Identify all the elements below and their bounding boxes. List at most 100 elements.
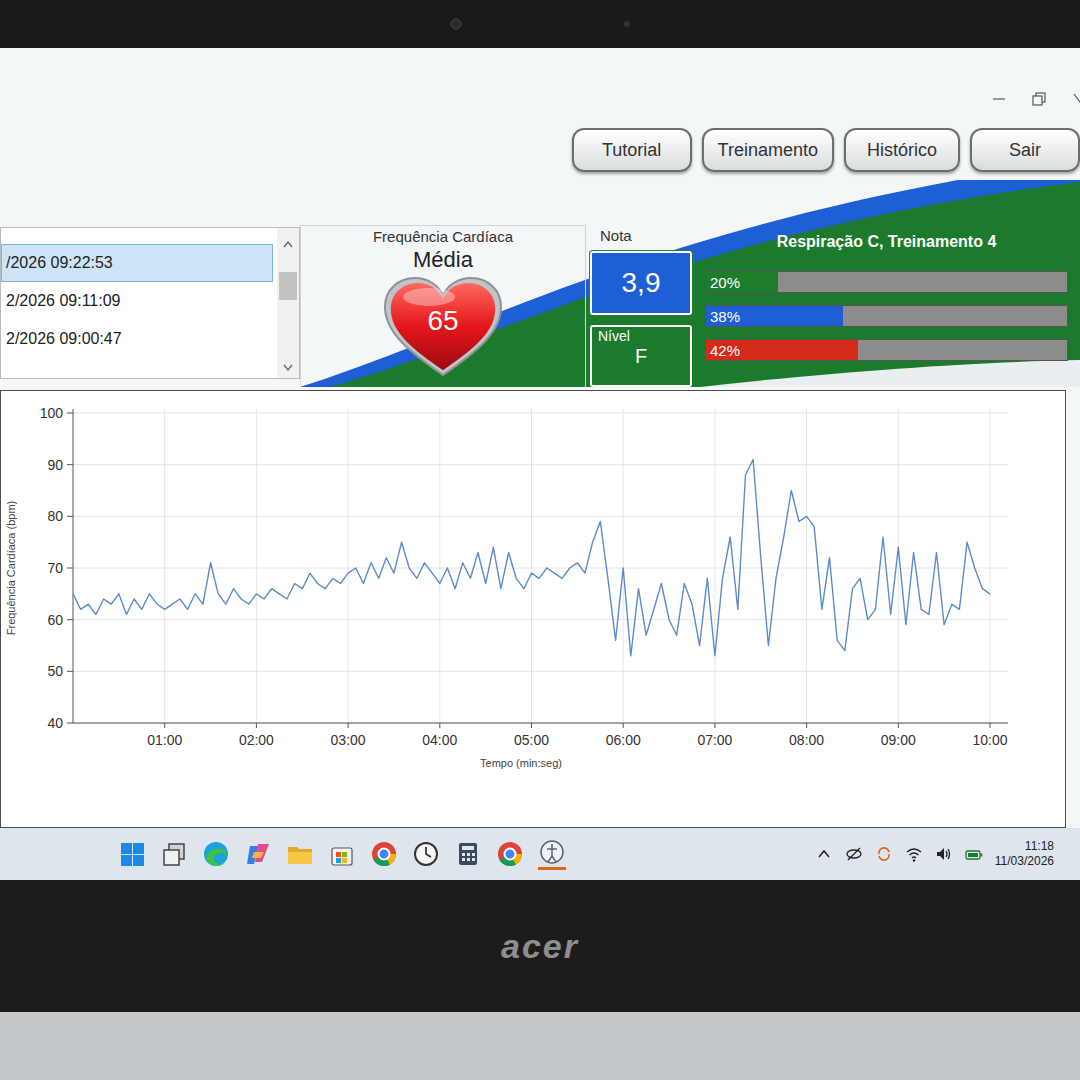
toolbar-button[interactable]: Histórico (844, 128, 960, 172)
header-row: /2026 09:22:53 2/2026 09:11:09 2/2026 09:0… (0, 225, 1080, 387)
grid-line (348, 409, 349, 723)
close-icon[interactable] (1072, 92, 1080, 106)
scrollbar[interactable] (277, 228, 299, 378)
progress-reading: 42% (710, 342, 740, 359)
toolbar-button[interactable]: Tutorial (572, 128, 692, 172)
restore-icon[interactable] (1032, 92, 1046, 106)
y-tick (67, 671, 73, 672)
wifi-icon[interactable] (905, 845, 923, 863)
privacy-icon[interactable] (845, 845, 863, 863)
grid-line (623, 409, 624, 723)
y-tick-label: 80 (47, 508, 63, 524)
bottom-bezel: acer (0, 880, 1080, 1012)
chrome-profile-icon[interactable] (496, 840, 524, 868)
x-axis-title: Tempo (min:seg) (480, 757, 562, 769)
scroll-thumb[interactable] (279, 272, 297, 300)
level-label: Nível (592, 327, 690, 345)
training-app-icon[interactable] (538, 838, 566, 870)
keyboard-deck (0, 1012, 1080, 1080)
start-pane (133, 855, 144, 866)
grid-line (73, 568, 1008, 569)
camera-icon (449, 17, 463, 31)
summary-title: Respiração C, Treinamento 4 (705, 233, 1068, 259)
grid-line (439, 409, 440, 723)
scroll-up-icon[interactable] (282, 240, 294, 248)
clock-icon[interactable] (412, 840, 440, 868)
x-tick-label: 10:00 (972, 732, 1007, 748)
task-view-icon[interactable] (160, 840, 188, 868)
brand-logo: acer (501, 927, 579, 966)
x-tick (531, 723, 532, 728)
camera-lens (451, 19, 461, 29)
sensor-dot (624, 21, 630, 27)
x-tick-label: 01:00 (147, 732, 182, 748)
page: TutorialTreinamentoHistóricoSair/2026 09… (0, 0, 1080, 1080)
volume-icon[interactable] (935, 845, 953, 863)
folder-front (288, 852, 312, 864)
minimize-icon[interactable] (992, 92, 1006, 106)
copilot-mid (252, 852, 264, 858)
progress-fill: 38% (706, 306, 843, 326)
sync-icon[interactable] (875, 845, 893, 863)
swoosh-green (330, 182, 1080, 387)
session-row[interactable]: 2/2026 09:11:09 (1, 282, 273, 320)
level-value: F (592, 345, 690, 374)
folder-back (288, 847, 312, 864)
taskbar: 11:1811/03/2026 (0, 828, 1080, 880)
x-tick-label: 02:00 (239, 732, 274, 748)
tray-time: 11:18 (1025, 839, 1054, 854)
calc-screen (462, 846, 474, 850)
tray-date: 11/03/2026 (995, 854, 1054, 869)
calc-body (459, 843, 477, 865)
score-panel: Nota3,9NívelF (585, 225, 697, 387)
wifi-arcs (907, 849, 921, 858)
store-bag (332, 848, 352, 865)
toolbar-button[interactable]: Sair (970, 128, 1080, 172)
store-pane (336, 852, 341, 857)
y-tick (67, 619, 73, 620)
start-pane (121, 855, 132, 866)
battery-icon[interactable] (965, 845, 983, 863)
store-pane (342, 858, 347, 863)
clock-face (415, 843, 437, 865)
session-list[interactable]: /2026 09:22:53 2/2026 09:11:09 2/2026 09:0… (0, 227, 300, 379)
calculator-icon[interactable] (454, 840, 482, 868)
copilot-icon[interactable] (244, 840, 272, 868)
start-pane (133, 843, 144, 854)
calc-key (467, 853, 470, 856)
session-row[interactable]: /2026 09:22:53 (1, 244, 273, 282)
show-hidden-icon[interactable] (815, 845, 833, 863)
edge-icon[interactable] (202, 840, 230, 868)
toolbar-button[interactable]: Treinamento (702, 128, 834, 172)
heart-shine (403, 288, 455, 306)
session-row[interactable]: 2/2026 09:00:47 (1, 320, 273, 358)
progress-fill: 20% (706, 272, 778, 292)
grid-line (714, 409, 715, 723)
chrome-red (372, 842, 396, 866)
session-label: 2/2026 09:11:09 (6, 292, 120, 310)
chrome-center (379, 849, 390, 860)
grid-line (73, 723, 1008, 724)
app-window: TutorialTreinamentoHistóricoSair/2026 09… (0, 48, 1080, 828)
sync-arc (879, 848, 889, 860)
heart-rate-value: 65 (381, 305, 505, 337)
x-tick-label: 08:00 (789, 732, 824, 748)
x-tick-label: 05:00 (514, 732, 549, 748)
grid-line (898, 409, 899, 723)
y-axis (73, 409, 74, 723)
wifi-dot (913, 859, 915, 861)
calc-key (472, 853, 475, 856)
scroll-down-icon[interactable] (282, 364, 294, 372)
tray-clock[interactable]: 11:1811/03/2026 (995, 839, 1054, 869)
windows-start-icon[interactable] (118, 840, 146, 868)
speaker (937, 848, 944, 860)
chevron-down (284, 365, 292, 370)
store-icon[interactable] (328, 840, 356, 868)
title-bar (0, 48, 1080, 128)
y-tick-label: 40 (47, 715, 63, 731)
battery-level (968, 853, 978, 857)
progress-reading: 38% (710, 308, 740, 325)
file-explorer-icon[interactable] (286, 840, 314, 868)
chrome-icon[interactable] (370, 840, 398, 868)
y-tick (67, 723, 73, 724)
